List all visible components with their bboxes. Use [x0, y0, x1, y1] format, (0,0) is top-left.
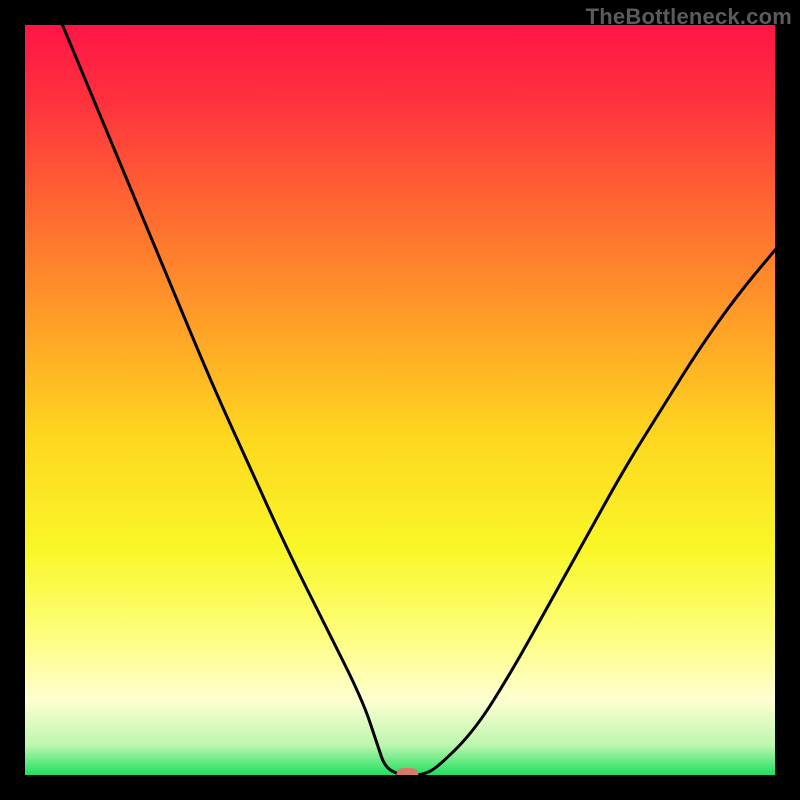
watermark-text: TheBottleneck.com	[586, 4, 792, 30]
chart-frame: TheBottleneck.com	[0, 0, 800, 800]
gradient-background	[25, 25, 775, 775]
bottleneck-plot	[25, 25, 775, 775]
